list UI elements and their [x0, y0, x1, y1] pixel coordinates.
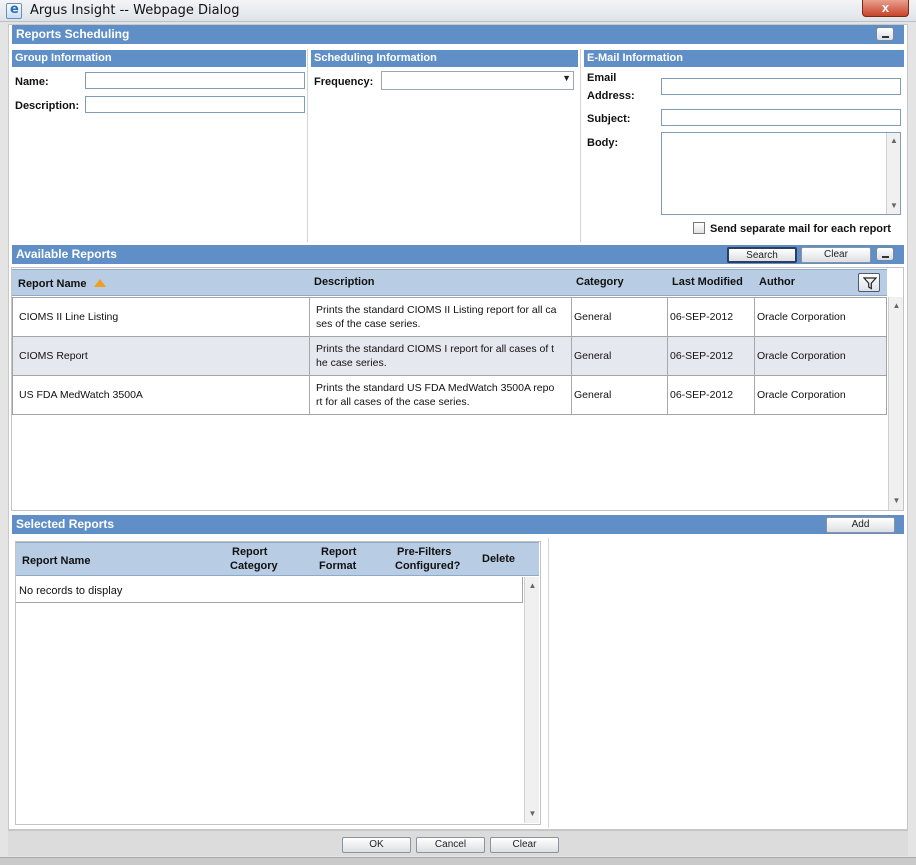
- col-selected-report-name[interactable]: Report Name: [22, 555, 90, 567]
- col-report-format-line2[interactable]: Format: [319, 560, 356, 572]
- description-cell: Prints the standard US FDA MedWatch 3500…: [316, 382, 555, 394]
- browser-icon: [6, 2, 22, 19]
- window-title: Argus Insight -- Webpage Dialog: [30, 3, 240, 18]
- description-cell: ses of the case series.: [316, 318, 421, 330]
- subject-input[interactable]: [661, 109, 901, 126]
- panel-divider: [548, 538, 549, 828]
- email-address-input[interactable]: [661, 78, 901, 95]
- author-cell: Oracle Corporation: [757, 311, 846, 323]
- description-cell: rt for all cases of the case series.: [316, 396, 470, 408]
- col-author[interactable]: Author: [759, 276, 795, 288]
- scroll-up-icon[interactable]: ▲: [887, 136, 901, 146]
- ok-button[interactable]: OK: [342, 837, 411, 853]
- email-label-line2: Address:: [587, 90, 635, 102]
- description-cell: Prints the standard CIOMS I report for a…: [316, 343, 555, 355]
- category-cell: General: [574, 350, 612, 362]
- add-button[interactable]: Add: [826, 517, 895, 533]
- sort-ascending-icon[interactable]: [94, 279, 106, 287]
- name-label: Name:: [15, 76, 49, 88]
- col-report-format-line1[interactable]: Report: [321, 546, 356, 558]
- scroll-down-icon[interactable]: ▼: [887, 201, 901, 211]
- body-label: Body:: [587, 137, 619, 149]
- collapse-scheduling-button[interactable]: [876, 27, 894, 41]
- col-report-category-line2[interactable]: Category: [230, 560, 278, 572]
- clear-button[interactable]: Clear: [490, 837, 559, 853]
- col-last-modified[interactable]: Last Modified: [672, 276, 743, 288]
- close-window-button[interactable]: x: [862, 0, 909, 17]
- description-cell: he case series.: [316, 357, 387, 369]
- category-cell: General: [574, 311, 612, 323]
- email-label-line1: Email: [587, 72, 617, 84]
- body-scrollbar[interactable]: ▲ ▼: [886, 133, 900, 214]
- report-name-cell: US FDA MedWatch 3500A: [19, 389, 143, 401]
- no-records-message: No records to display: [19, 585, 123, 597]
- col-description[interactable]: Description: [314, 276, 375, 288]
- category-cell: General: [574, 389, 612, 401]
- col-divider: [667, 297, 668, 415]
- description-input[interactable]: [85, 96, 305, 113]
- selected-reports-header: Selected Reports: [12, 515, 904, 534]
- col-divider: [571, 297, 572, 415]
- separate-mail-label: Send separate mail for each report: [710, 223, 891, 235]
- scroll-up-icon[interactable]: ▲: [525, 581, 540, 591]
- col-category[interactable]: Category: [576, 276, 624, 288]
- col-divider: [754, 297, 755, 415]
- col-report-category-line1[interactable]: Report: [232, 546, 267, 558]
- name-input[interactable]: [85, 72, 305, 89]
- scroll-down-icon[interactable]: ▼: [525, 809, 540, 819]
- separate-mail-checkbox[interactable]: [693, 222, 705, 234]
- frequency-label: Frequency:: [314, 76, 374, 88]
- author-cell: Oracle Corporation: [757, 350, 846, 362]
- subject-label: Subject:: [587, 113, 631, 125]
- scheduling-information-header: Scheduling Information: [311, 50, 578, 67]
- description-label: Description:: [15, 100, 80, 112]
- description-cell: Prints the standard CIOMS II Listing rep…: [316, 304, 557, 316]
- reports-scheduling-header: Reports Scheduling: [12, 25, 904, 44]
- col-prefilters-line2[interactable]: Configured?: [395, 560, 460, 572]
- available-table-header: [12, 269, 887, 296]
- modified-cell: 06-SEP-2012: [670, 389, 734, 401]
- search-button[interactable]: Search: [727, 247, 797, 263]
- frequency-select[interactable]: ▼: [381, 71, 574, 90]
- report-name-cell: CIOMS Report: [19, 350, 88, 362]
- email-information-header: E-Mail Information: [584, 50, 904, 67]
- taskbar-strip: [0, 857, 916, 865]
- panel-divider: [580, 49, 581, 242]
- filter-icon: [863, 277, 877, 290]
- author-cell: Oracle Corporation: [757, 389, 846, 401]
- modified-cell: 06-SEP-2012: [670, 311, 734, 323]
- col-prefilters-line1[interactable]: Pre-Filters: [397, 546, 451, 558]
- body-textarea[interactable]: ▲ ▼: [661, 132, 901, 215]
- modified-cell: 06-SEP-2012: [670, 350, 734, 362]
- table-row[interactable]: [12, 297, 887, 337]
- cancel-button[interactable]: Cancel: [416, 837, 485, 853]
- col-delete[interactable]: Delete: [482, 553, 515, 565]
- col-divider: [309, 297, 310, 415]
- col-report-name[interactable]: Report Name: [18, 278, 86, 290]
- group-information-header: Group Information: [12, 50, 306, 67]
- scroll-down-icon[interactable]: ▼: [889, 496, 904, 506]
- filter-button[interactable]: [858, 273, 880, 292]
- collapse-available-button[interactable]: [876, 247, 894, 261]
- available-scrollbar[interactable]: ▲ ▼: [888, 297, 903, 510]
- scroll-up-icon[interactable]: ▲: [889, 301, 904, 311]
- clear-search-button[interactable]: Clear: [801, 247, 871, 263]
- report-name-cell: CIOMS II Line Listing: [19, 311, 119, 323]
- chevron-down-icon: ▼: [562, 73, 571, 83]
- selected-scrollbar[interactable]: ▲ ▼: [524, 577, 539, 823]
